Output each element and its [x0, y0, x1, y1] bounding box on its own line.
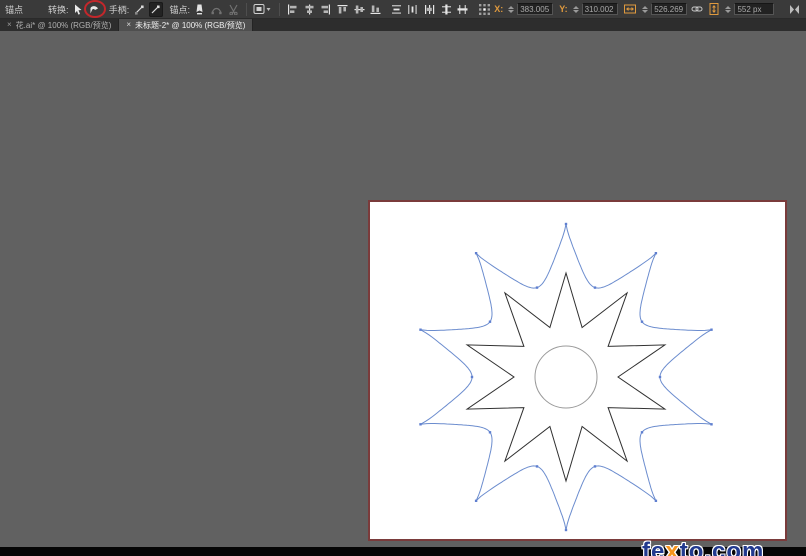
transform-icon	[789, 4, 799, 14]
align-left-button[interactable]	[286, 2, 300, 17]
illustrator-window: 锚点 转换: 手柄: 锚点: X: 383.005 p Y: 310.002 p…	[0, 0, 806, 556]
remove-anchor-button[interactable]	[193, 2, 207, 17]
width-input[interactable]	[651, 3, 688, 15]
connect-anchors-button[interactable]	[210, 2, 224, 17]
anchor-point-label: 锚点	[5, 4, 24, 15]
close-icon[interactable]: ×	[126, 21, 131, 29]
height-button	[707, 2, 721, 17]
align-top-icon	[337, 4, 348, 13]
align-hcenter-button[interactable]	[302, 2, 316, 17]
artboard[interactable]	[368, 200, 787, 541]
height-input[interactable]	[734, 3, 775, 15]
tab-untitled-2[interactable]: × 未标题-2* @ 100% (RGB/预览)	[119, 19, 254, 31]
link-dimensions-button[interactable]	[690, 2, 704, 17]
connect-anchors-icon	[211, 7, 222, 14]
hide-handles-button[interactable]	[148, 1, 163, 17]
align-vcenter-button[interactable]	[352, 2, 366, 17]
show-handles-icon	[134, 5, 144, 15]
y-input[interactable]	[581, 3, 618, 15]
watermark-prefix: fe	[642, 538, 666, 556]
reference-point-icon	[478, 3, 490, 15]
distribute-hspace-icon	[408, 4, 418, 14]
x-input[interactable]	[517, 3, 554, 15]
watermark-accent: x	[665, 538, 680, 556]
align-left-icon	[288, 4, 297, 14]
width-button	[624, 2, 638, 17]
toolbar-separator	[278, 2, 280, 16]
align-bottom-icon	[370, 5, 381, 14]
distribute-left-button[interactable]	[423, 2, 437, 17]
anchors-label: 锚点:	[169, 4, 191, 15]
convert-corner-icon	[74, 4, 82, 15]
isolate-selection-button[interactable]	[253, 2, 273, 17]
distribute-right-button[interactable]	[456, 2, 470, 17]
x-stepper[interactable]	[508, 5, 515, 13]
align-right-button[interactable]	[319, 2, 333, 17]
tab-label: 未标题-2* @ 100% (RGB/预览)	[135, 20, 246, 30]
transform-button[interactable]	[787, 2, 801, 17]
width-icon	[624, 4, 637, 14]
height-icon	[709, 3, 719, 15]
height-stepper[interactable]	[725, 5, 732, 13]
flower-artwork[interactable]	[370, 202, 785, 539]
cut-path-icon	[229, 4, 238, 15]
watermark: fexto.com	[642, 538, 764, 556]
isolate-selection-icon	[253, 4, 271, 14]
show-handles-button[interactable]	[132, 2, 146, 17]
align-right-icon	[321, 4, 331, 14]
tab-label: 花.ai* @ 100% (RGB/预览)	[15, 20, 112, 30]
tab-hua-ai[interactable]: × 花.ai* @ 100% (RGB/预览)	[0, 19, 120, 31]
remove-anchor-icon	[196, 4, 203, 14]
align-bottom-button[interactable]	[369, 2, 383, 17]
distribute-vspace-icon	[391, 4, 401, 14]
cut-path-button[interactable]	[226, 2, 240, 17]
distribute-vspace-button[interactable]	[389, 2, 403, 17]
hide-handles-icon	[151, 5, 160, 13]
distribute-left-icon	[425, 4, 435, 14]
y-stepper[interactable]	[572, 5, 579, 13]
link-dimensions-icon	[691, 6, 703, 12]
close-icon[interactable]: ×	[7, 21, 12, 29]
pasteboard[interactable]	[0, 31, 806, 547]
width-stepper[interactable]	[642, 5, 649, 13]
distribute-center-button[interactable]	[439, 2, 453, 17]
watermark-suffix: to.com	[679, 538, 765, 556]
align-top-button[interactable]	[336, 2, 350, 17]
document-tabbar: × 花.ai* @ 100% (RGB/预览) × 未标题-2* @ 100% …	[0, 19, 806, 31]
control-toolbar: 锚点 转换: 手柄: 锚点: X: 383.005 p Y: 310.002 p…	[0, 0, 806, 19]
convert-smooth-icon	[90, 5, 99, 13]
align-vcenter-icon	[354, 5, 365, 13]
convert-label: 转换:	[48, 4, 69, 15]
toolbar-separator	[245, 2, 247, 16]
x-label: X:	[494, 4, 504, 14]
reference-point-widget[interactable]	[478, 2, 492, 17]
align-hcenter-icon	[305, 4, 314, 14]
distribute-center-icon	[441, 4, 451, 14]
distribute-right-icon	[457, 4, 468, 14]
convert-smooth-button[interactable]	[84, 0, 107, 18]
convert-corner-button[interactable]	[72, 2, 86, 17]
distribute-hspace-button[interactable]	[406, 2, 420, 17]
y-label: Y:	[559, 4, 568, 14]
handles-label: 手柄:	[108, 4, 130, 15]
